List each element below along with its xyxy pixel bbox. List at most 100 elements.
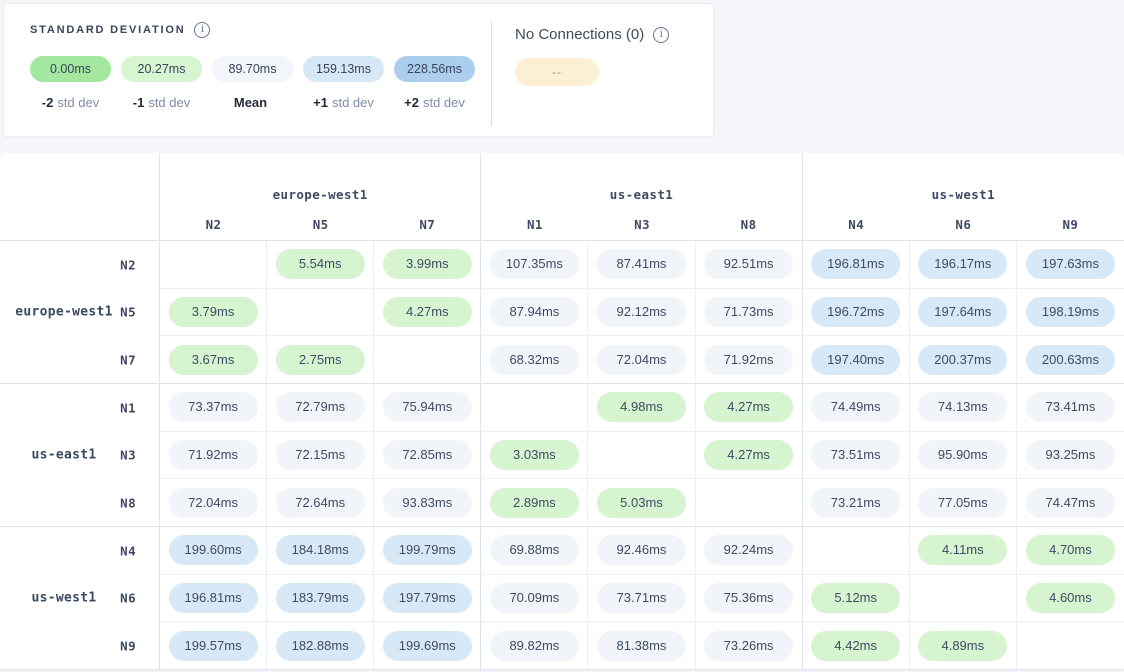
info-icon[interactable]: i — [653, 27, 669, 43]
latency-pill[interactable]: 4.98ms — [597, 392, 686, 422]
latency-pill[interactable]: 72.79ms — [276, 392, 365, 422]
latency-pill[interactable]: 77.05ms — [918, 488, 1007, 518]
column-node-header: N9 — [1017, 209, 1124, 241]
latency-pill[interactable]: 198.19ms — [1026, 297, 1115, 327]
latency-pill[interactable]: 197.40ms — [811, 345, 900, 375]
latency-pill[interactable]: 73.21ms — [811, 488, 900, 518]
latency-pill[interactable]: 3.99ms — [383, 249, 472, 279]
latency-pill[interactable]: 196.81ms — [169, 583, 258, 613]
latency-cell: 4.27ms — [374, 289, 481, 337]
latency-pill[interactable]: 74.49ms — [811, 392, 900, 422]
latency-pill[interactable]: 2.75ms — [276, 345, 365, 375]
latency-pill[interactable]: 72.15ms — [276, 440, 365, 470]
latency-pill[interactable]: 3.03ms — [490, 440, 579, 470]
latency-cell — [267, 289, 374, 337]
latency-pill[interactable]: 93.25ms — [1026, 440, 1115, 470]
latency-pill[interactable]: 89.82ms — [490, 631, 579, 661]
latency-cell — [481, 384, 588, 432]
latency-pill[interactable]: 197.63ms — [1026, 249, 1115, 279]
latency-pill[interactable]: 73.71ms — [597, 583, 686, 613]
latency-matrix: europe-west1N2N5N7us-east1N1N3N8us-west1… — [0, 153, 1124, 670]
latency-pill[interactable]: 196.17ms — [918, 249, 1007, 279]
latency-pill[interactable]: 182.88ms — [276, 631, 365, 661]
latency-pill[interactable]: 73.51ms — [811, 440, 900, 470]
latency-pill[interactable]: 71.92ms — [704, 345, 793, 375]
latency-pill[interactable]: 3.67ms — [169, 345, 258, 375]
latency-pill[interactable]: 4.42ms — [811, 631, 900, 661]
latency-pill[interactable]: 199.57ms — [169, 631, 258, 661]
row-region-label: us-west1 — [14, 591, 114, 606]
latency-pill[interactable]: 4.27ms — [704, 392, 793, 422]
latency-cell: 70.09ms — [481, 575, 588, 623]
latency-cell: 200.37ms — [910, 336, 1017, 384]
latency-pill[interactable]: 4.27ms — [704, 440, 793, 470]
latency-cell — [910, 575, 1017, 623]
latency-pill[interactable]: 4.70ms — [1026, 535, 1115, 565]
latency-cell: 73.71ms — [588, 575, 695, 623]
latency-pill[interactable]: 71.73ms — [704, 297, 793, 327]
latency-pill[interactable]: 95.90ms — [918, 440, 1007, 470]
latency-pill[interactable]: 92.24ms — [704, 535, 793, 565]
latency-pill[interactable]: 4.27ms — [383, 297, 472, 327]
latency-pill[interactable]: 92.12ms — [597, 297, 686, 327]
latency-pill[interactable]: 87.94ms — [490, 297, 579, 327]
latency-pill[interactable]: 72.04ms — [597, 345, 686, 375]
latency-pill[interactable]: 4.89ms — [918, 631, 1007, 661]
latency-pill[interactable]: 183.79ms — [276, 583, 365, 613]
legend-pill-minus2: 0.00ms — [30, 56, 111, 82]
latency-pill[interactable]: 71.92ms — [169, 440, 258, 470]
latency-pill[interactable]: 184.18ms — [276, 535, 365, 565]
latency-pill[interactable]: 74.13ms — [918, 392, 1007, 422]
latency-pill[interactable]: 107.35ms — [490, 249, 579, 279]
latency-pill[interactable]: 200.63ms — [1026, 345, 1115, 375]
latency-pill[interactable]: 197.64ms — [918, 297, 1007, 327]
column-node-header: N1 — [481, 209, 588, 241]
latency-pill[interactable]: 5.03ms — [597, 488, 686, 518]
column-node-header: N3 — [588, 209, 695, 241]
latency-pill[interactable]: 72.64ms — [276, 488, 365, 518]
latency-pill[interactable]: 199.60ms — [169, 535, 258, 565]
latency-pill[interactable]: 72.04ms — [169, 488, 258, 518]
latency-pill[interactable]: 4.11ms — [918, 535, 1007, 565]
latency-pill[interactable]: 70.09ms — [490, 583, 579, 613]
latency-pill[interactable]: 5.54ms — [276, 249, 365, 279]
latency-pill[interactable]: 93.83ms — [383, 488, 472, 518]
latency-cell: 73.51ms — [803, 432, 910, 480]
latency-cell: 200.63ms — [1017, 336, 1124, 384]
latency-pill[interactable]: 73.41ms — [1026, 392, 1115, 422]
row-node-label: N5 — [120, 305, 136, 320]
latency-pill[interactable]: 5.12ms — [811, 583, 900, 613]
latency-pill[interactable]: 4.60ms — [1026, 583, 1115, 613]
latency-pill[interactable]: 68.32ms — [490, 345, 579, 375]
latency-pill[interactable]: 73.37ms — [169, 392, 258, 422]
info-icon[interactable]: i — [194, 22, 210, 38]
latency-cell: 197.64ms — [910, 289, 1017, 337]
latency-pill[interactable]: 200.37ms — [918, 345, 1007, 375]
latency-cell: 72.04ms — [160, 479, 267, 527]
row-node-label: N2 — [120, 257, 136, 272]
latency-pill[interactable]: 75.36ms — [704, 583, 793, 613]
latency-pill[interactable]: 87.41ms — [597, 249, 686, 279]
no-connections-pill: -- — [515, 58, 599, 86]
no-connections-title: No Connections (0) — [515, 26, 644, 43]
latency-pill[interactable]: 73.26ms — [704, 631, 793, 661]
latency-pill[interactable]: 199.69ms — [383, 631, 472, 661]
latency-pill[interactable]: 92.46ms — [597, 535, 686, 565]
latency-pill[interactable]: 197.79ms — [383, 583, 472, 613]
latency-pill[interactable]: 72.85ms — [383, 440, 472, 470]
latency-cell: 196.17ms — [910, 241, 1017, 289]
latency-pill[interactable]: 92.51ms — [704, 249, 793, 279]
latency-pill[interactable]: 196.81ms — [811, 249, 900, 279]
latency-pill[interactable]: 3.79ms — [169, 297, 258, 327]
latency-pill[interactable]: 75.94ms — [383, 392, 472, 422]
latency-cell: 107.35ms — [481, 241, 588, 289]
column-region-header: us-east1 — [481, 153, 802, 209]
latency-pill[interactable]: 74.47ms — [1026, 488, 1115, 518]
latency-pill[interactable]: 199.79ms — [383, 535, 472, 565]
latency-pill[interactable]: 196.72ms — [811, 297, 900, 327]
latency-cell: 74.47ms — [1017, 479, 1124, 527]
latency-pill[interactable]: 69.88ms — [490, 535, 579, 565]
latency-pill[interactable]: 2.89ms — [490, 488, 579, 518]
latency-pill[interactable]: 81.38ms — [597, 631, 686, 661]
latency-cell: 196.81ms — [803, 241, 910, 289]
